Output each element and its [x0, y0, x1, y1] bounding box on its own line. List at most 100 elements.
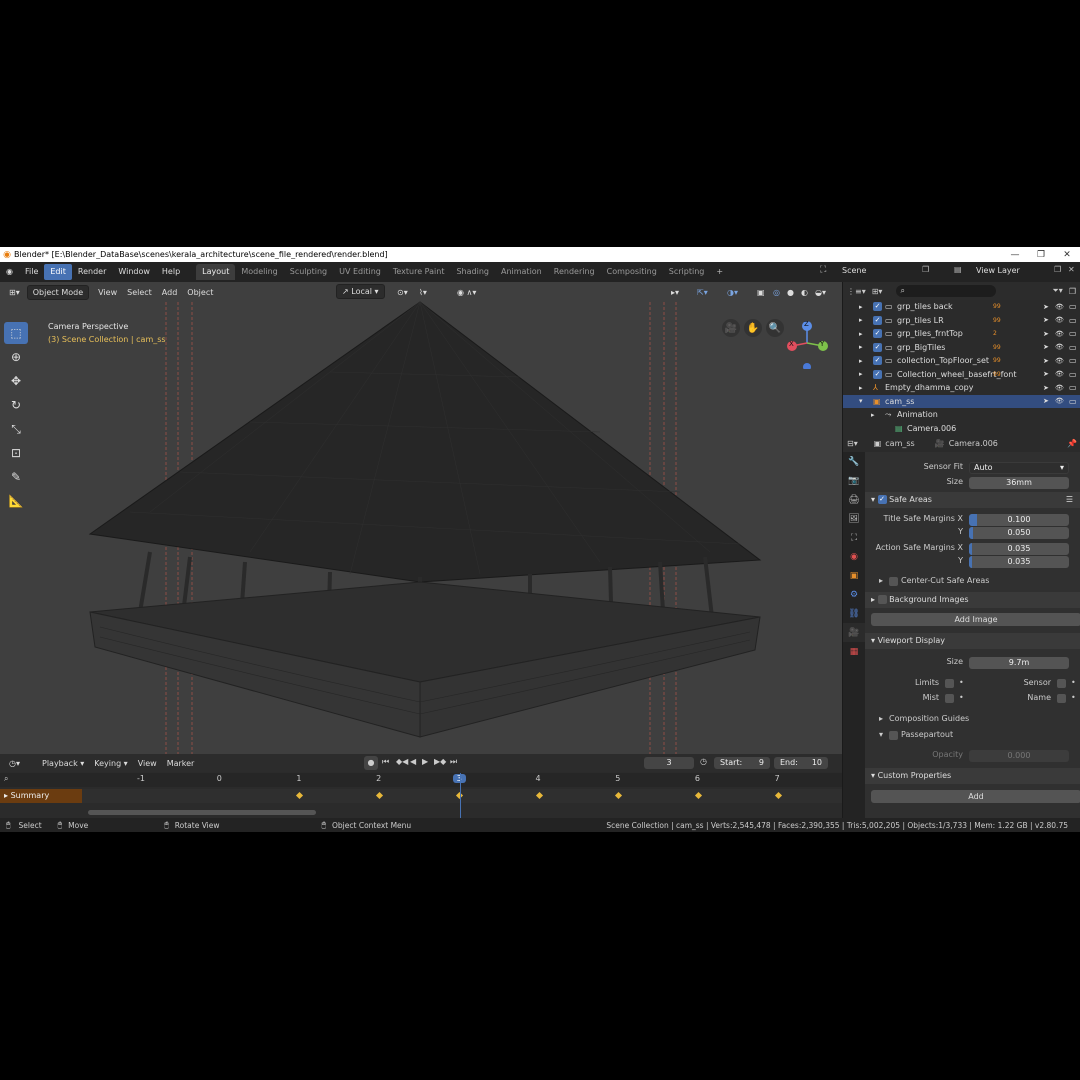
jump-end-button[interactable]: ⏭: [450, 757, 457, 767]
tab-modeling[interactable]: Modeling: [235, 264, 283, 280]
tab-camera-data-icon[interactable]: 🎥: [843, 623, 865, 642]
keyframe-diamond[interactable]: [376, 791, 384, 800]
outliner-row[interactable]: ▾ ▣ cam_ss ➤ 👁 ▭: [843, 394, 1080, 408]
cursor-tool-icon[interactable]: ⊕: [4, 346, 28, 368]
view-layer-icon[interactable]: ▤: [954, 265, 962, 274]
eye-icon[interactable]: 👁: [1055, 397, 1064, 405]
collection-checkbox[interactable]: ✓: [873, 342, 882, 352]
tab-modifiers-icon[interactable]: ⚙: [843, 585, 865, 604]
limits-checkbox[interactable]: [945, 679, 954, 688]
outliner-row[interactable]: ▸ ✓ ▭ grp_tiles back 99 ➤ 👁 ▭: [843, 300, 1080, 314]
selectable-arrow-icon[interactable]: ➤: [1043, 330, 1049, 338]
title-safe-x-field[interactable]: 0.100: [969, 514, 1069, 526]
expand-arrow-icon[interactable]: ▸: [859, 384, 863, 392]
eye-icon[interactable]: 👁: [1055, 370, 1064, 378]
add-workspace-button[interactable]: +: [710, 264, 729, 280]
safe-areas-header[interactable]: ▾ ✓ Safe Areas ☰: [865, 492, 1080, 508]
outliner-row[interactable]: ▸ ✓ ▭ collection_TopFloor_set 99 ➤ 👁 ▭: [843, 354, 1080, 368]
viewport-display-header[interactable]: ▾ Viewport Display: [865, 633, 1080, 649]
center-cut-checkbox[interactable]: [889, 577, 898, 586]
zoom-view-icon[interactable]: 🔍: [766, 319, 784, 337]
view-menu[interactable]: View: [93, 285, 122, 300]
gizmo-toggle-icon[interactable]: ⇱▾: [692, 285, 713, 300]
sensor-size-field[interactable]: 36mm: [969, 477, 1069, 489]
eye-icon[interactable]: 👁: [1055, 343, 1064, 351]
snap-icon[interactable]: ⌇▾: [414, 285, 432, 300]
outliner-row[interactable]: ▸ ✓ ▭ Collection_wheel_basefrt_font 99 ➤ 👁 ▭: [843, 368, 1080, 382]
selectable-arrow-icon[interactable]: ➤: [1043, 343, 1049, 351]
pin-icon[interactable]: 📌: [1067, 439, 1077, 448]
menu-file[interactable]: File: [19, 264, 44, 280]
mode-selector[interactable]: Object Mode: [26, 284, 90, 300]
blender-menu-icon[interactable]: ◉: [0, 264, 19, 280]
3d-viewport[interactable]: ⊞▾ Object Mode View Select Add Object ↗ …: [0, 282, 842, 754]
eye-icon[interactable]: 👁: [1055, 330, 1064, 338]
editor-type-icon[interactable]: ⊞▾: [4, 285, 25, 300]
opacity-field[interactable]: 0.000: [969, 750, 1069, 762]
menu-window[interactable]: Window: [112, 264, 156, 280]
new-collection-icon[interactable]: ❐: [1069, 287, 1076, 296]
timeline-editor[interactable]: ◷▾ Playback ▾ Keying ▾ View Marker ● ⏮ ◆…: [0, 754, 842, 818]
add-menu[interactable]: Add: [157, 285, 183, 300]
remove-view-layer-icon[interactable]: ✕: [1068, 265, 1075, 274]
tab-shading[interactable]: Shading: [450, 264, 495, 280]
expand-arrow-icon[interactable]: ▸: [859, 357, 863, 365]
display-size-field[interactable]: 9.7m: [969, 657, 1069, 669]
render-visibility-icon[interactable]: ▭: [1069, 356, 1077, 365]
collection-checkbox[interactable]: ✓: [873, 315, 882, 325]
expand-arrow-icon[interactable]: ▸: [859, 370, 863, 378]
collection-checkbox[interactable]: ✓: [873, 369, 882, 379]
eye-icon[interactable]: 👁: [1055, 357, 1064, 365]
timeline-search-icon[interactable]: ⌕: [4, 774, 8, 784]
display-mode-icon[interactable]: ⊞▾: [872, 287, 883, 296]
expand-arrow-icon[interactable]: ▸: [859, 330, 863, 338]
select-menu[interactable]: Select: [122, 285, 157, 300]
tab-world-icon[interactable]: ◉: [843, 547, 865, 566]
move-tool-icon[interactable]: ✥: [4, 370, 28, 392]
tab-uv-editing[interactable]: UV Editing: [333, 264, 387, 280]
transform-tool-icon[interactable]: ⊡: [4, 442, 28, 464]
selectable-arrow-icon[interactable]: ➤: [1043, 397, 1049, 405]
name-checkbox[interactable]: [1057, 694, 1066, 703]
eye-icon[interactable]: 👁: [1055, 316, 1064, 324]
pivot-icon[interactable]: ⊙▾: [392, 285, 413, 300]
minimize-button[interactable]: —: [1002, 250, 1028, 260]
collection-checkbox[interactable]: ✓: [873, 356, 882, 366]
add-image-button[interactable]: Add Image: [871, 613, 1080, 626]
outliner-editor-type-icon[interactable]: ⋮≡▾: [847, 287, 866, 296]
selectable-arrow-icon[interactable]: ➤: [1043, 370, 1049, 378]
expand-arrow-icon[interactable]: ▸: [859, 343, 863, 351]
selectable-arrow-icon[interactable]: ➤: [1043, 357, 1049, 365]
passepartout-checkbox[interactable]: [889, 731, 898, 740]
current-frame-field[interactable]: 3: [644, 757, 694, 769]
scene-icon[interactable]: ⛶: [820, 265, 826, 275]
timeline-view-menu[interactable]: View: [133, 756, 162, 771]
safe-areas-checkbox[interactable]: ✓: [877, 495, 887, 504]
render-visibility-icon[interactable]: ▭: [1069, 383, 1077, 392]
maximize-button[interactable]: ❐: [1028, 250, 1054, 260]
add-property-button[interactable]: Add: [871, 790, 1080, 803]
passepartout-expand-icon[interactable]: ▾: [879, 730, 883, 739]
selectable-arrow-icon[interactable]: ➤: [1043, 384, 1049, 392]
scene-selector[interactable]: Scene: [836, 264, 920, 280]
tab-rendering[interactable]: Rendering: [548, 264, 601, 280]
expand-arrow-icon[interactable]: ▸: [871, 411, 875, 419]
render-visibility-icon[interactable]: ▭: [1069, 370, 1077, 379]
center-cut-expand-icon[interactable]: ▸: [879, 576, 883, 585]
presets-icon[interactable]: ☰: [1066, 492, 1073, 508]
collection-checkbox[interactable]: ✓: [873, 329, 882, 339]
navigation-gizmo[interactable]: Z Y X: [785, 319, 831, 371]
menu-render[interactable]: Render: [72, 264, 112, 280]
object-menu[interactable]: Object: [182, 285, 218, 300]
playhead-line[interactable]: [460, 773, 461, 818]
select-box-tool-icon[interactable]: ⬚: [4, 322, 28, 344]
end-frame-field[interactable]: End: 10: [774, 757, 828, 769]
menu-edit[interactable]: Edit: [44, 264, 72, 280]
tab-output-icon[interactable]: 🖨: [843, 490, 865, 509]
render-visibility-icon[interactable]: ▭: [1069, 302, 1077, 311]
new-scene-icon[interactable]: ❐: [922, 265, 929, 274]
tab-scripting[interactable]: Scripting: [663, 264, 711, 280]
filter-icon[interactable]: ⏷▾: [1052, 286, 1062, 296]
summary-channel[interactable]: ▸ Summary: [0, 789, 842, 803]
outliner-row[interactable]: ▤ Camera.006: [843, 422, 1080, 436]
